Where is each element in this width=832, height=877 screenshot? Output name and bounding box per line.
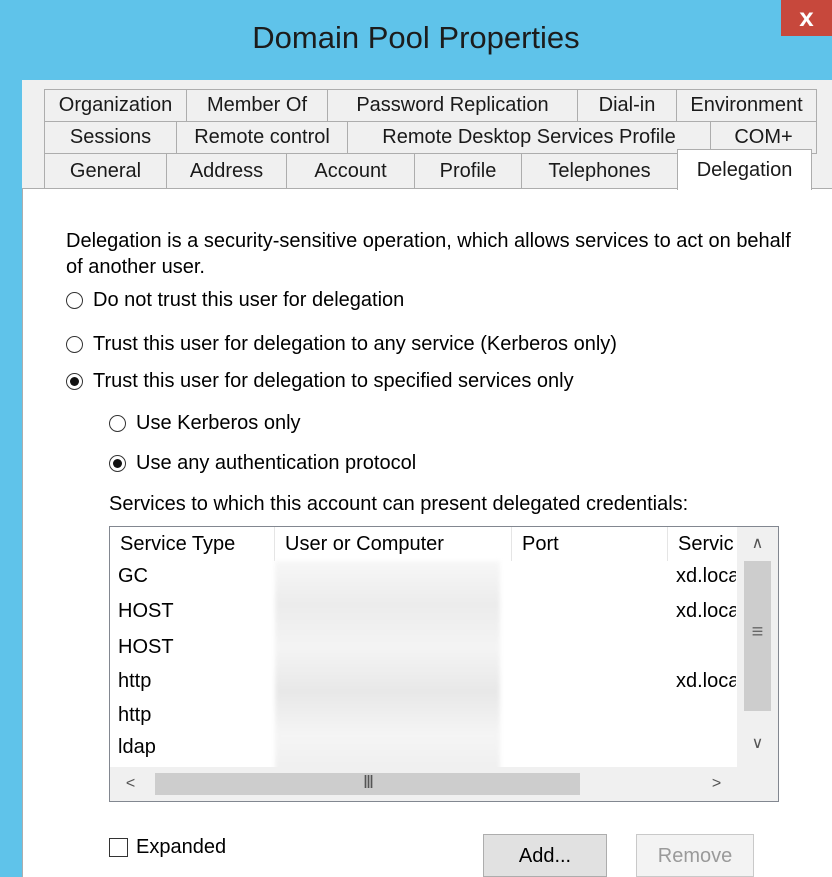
service-type-cell: ldap <box>118 736 156 758</box>
services-label: Services to which this account can prese… <box>109 493 689 515</box>
radio-button[interactable] <box>109 415 126 432</box>
column-header-service-name[interactable]: Servic <box>668 527 737 561</box>
radio-label: Do not trust this user for delegation <box>93 289 405 311</box>
radio-label: Trust this user for delegation to specif… <box>93 370 574 392</box>
expanded-checkbox-row[interactable]: Expanded <box>109 836 226 859</box>
radio-label: Use any authentication protocol <box>136 452 417 474</box>
close-button[interactable]: x <box>781 0 832 36</box>
table-row[interactable]: HOST <box>110 635 737 659</box>
radio-button-selected[interactable] <box>66 373 83 390</box>
column-header-service-type[interactable]: Service Type <box>110 527 275 561</box>
service-type-cell: GC <box>118 565 148 587</box>
tab-account[interactable]: Account <box>286 153 415 189</box>
service-type-cell: HOST <box>118 636 174 658</box>
service-name-cell: xd.loca <box>676 565 736 587</box>
remove-button[interactable]: Remove <box>636 834 754 877</box>
delegation-description: Delegation is a security-sensitive opera… <box>66 230 791 278</box>
table-row[interactable]: GC xd.loca <box>110 564 737 588</box>
tab-password-replication[interactable]: Password Replication <box>327 89 578 122</box>
tab-delegation[interactable]: Delegation <box>677 149 812 190</box>
tab-general[interactable]: General <box>44 153 167 189</box>
radio-button[interactable] <box>66 292 83 309</box>
grip-icon: III <box>362 772 374 792</box>
tab-environment[interactable]: Environment <box>676 89 817 122</box>
service-name-cell: xd.loca <box>676 600 736 622</box>
scrollbar-corner <box>737 767 778 801</box>
tab-sessions[interactable]: Sessions <box>44 121 177 154</box>
horizontal-scroll-thumb[interactable]: III <box>155 772 580 795</box>
tab-remote-desktop-services-profile[interactable]: Remote Desktop Services Profile <box>347 121 711 154</box>
vertical-scroll-thumb[interactable]: ≡ <box>744 561 771 711</box>
vertical-scrollbar[interactable]: ∧ ≡ ∨ <box>737 527 778 767</box>
service-name-cell: xd.loca <box>676 670 736 692</box>
service-type-cell: HOST <box>118 600 174 622</box>
table-row[interactable]: http <box>110 703 737 727</box>
expanded-checkbox[interactable] <box>109 838 128 857</box>
table-row[interactable]: HOST xd.loca <box>110 599 737 623</box>
radio-use-kerberos-only[interactable]: Use Kerberos only <box>109 412 301 435</box>
tab-profile[interactable]: Profile <box>414 153 522 189</box>
properties-window: Domain Pool Properties x Organization Me… <box>0 0 832 877</box>
radio-label: Trust this user for delegation to any se… <box>93 333 617 355</box>
radio-button[interactable] <box>66 336 83 353</box>
horizontal-scrollbar[interactable]: < III > <box>110 767 737 801</box>
radio-trust-specified-services[interactable]: Trust this user for delegation to specif… <box>66 370 574 393</box>
table-row[interactable]: ldap <box>110 735 737 759</box>
scroll-right-button[interactable]: > <box>696 767 737 801</box>
column-header-user-or-computer[interactable]: User or Computer <box>275 527 512 561</box>
grip-icon: ≡ <box>751 621 764 643</box>
scroll-up-button[interactable]: ∧ <box>737 527 778 561</box>
tab-remote-control[interactable]: Remote control <box>176 121 348 154</box>
title-bar[interactable]: Domain Pool Properties x <box>0 0 832 80</box>
add-button[interactable]: Add... <box>483 834 607 877</box>
scroll-left-button[interactable]: < <box>110 767 151 801</box>
services-listview[interactable]: Service Type User or Computer Port Servi… <box>109 526 779 802</box>
radio-do-not-trust[interactable]: Do not trust this user for delegation <box>66 289 404 312</box>
tab-address[interactable]: Address <box>166 153 287 189</box>
radio-label: Use Kerberos only <box>136 412 301 434</box>
service-type-cell: http <box>118 704 152 726</box>
table-row[interactable]: http xd.loca <box>110 669 737 693</box>
column-header-port[interactable]: Port <box>512 527 668 561</box>
radio-use-any-auth-protocol[interactable]: Use any authentication protocol <box>109 452 416 475</box>
radio-button-selected[interactable] <box>109 455 126 472</box>
tab-telephones[interactable]: Telephones <box>521 153 678 189</box>
tab-dial-in[interactable]: Dial-in <box>577 89 677 122</box>
scroll-down-button[interactable]: ∨ <box>737 727 778 761</box>
service-type-cell: http <box>118 670 152 692</box>
expanded-label: Expanded <box>136 836 227 858</box>
window-title: Domain Pool Properties <box>252 20 580 55</box>
tab-organization[interactable]: Organization <box>44 89 187 122</box>
radio-trust-any-service[interactable]: Trust this user for delegation to any se… <box>66 333 617 356</box>
tab-member-of[interactable]: Member Of <box>186 89 328 122</box>
